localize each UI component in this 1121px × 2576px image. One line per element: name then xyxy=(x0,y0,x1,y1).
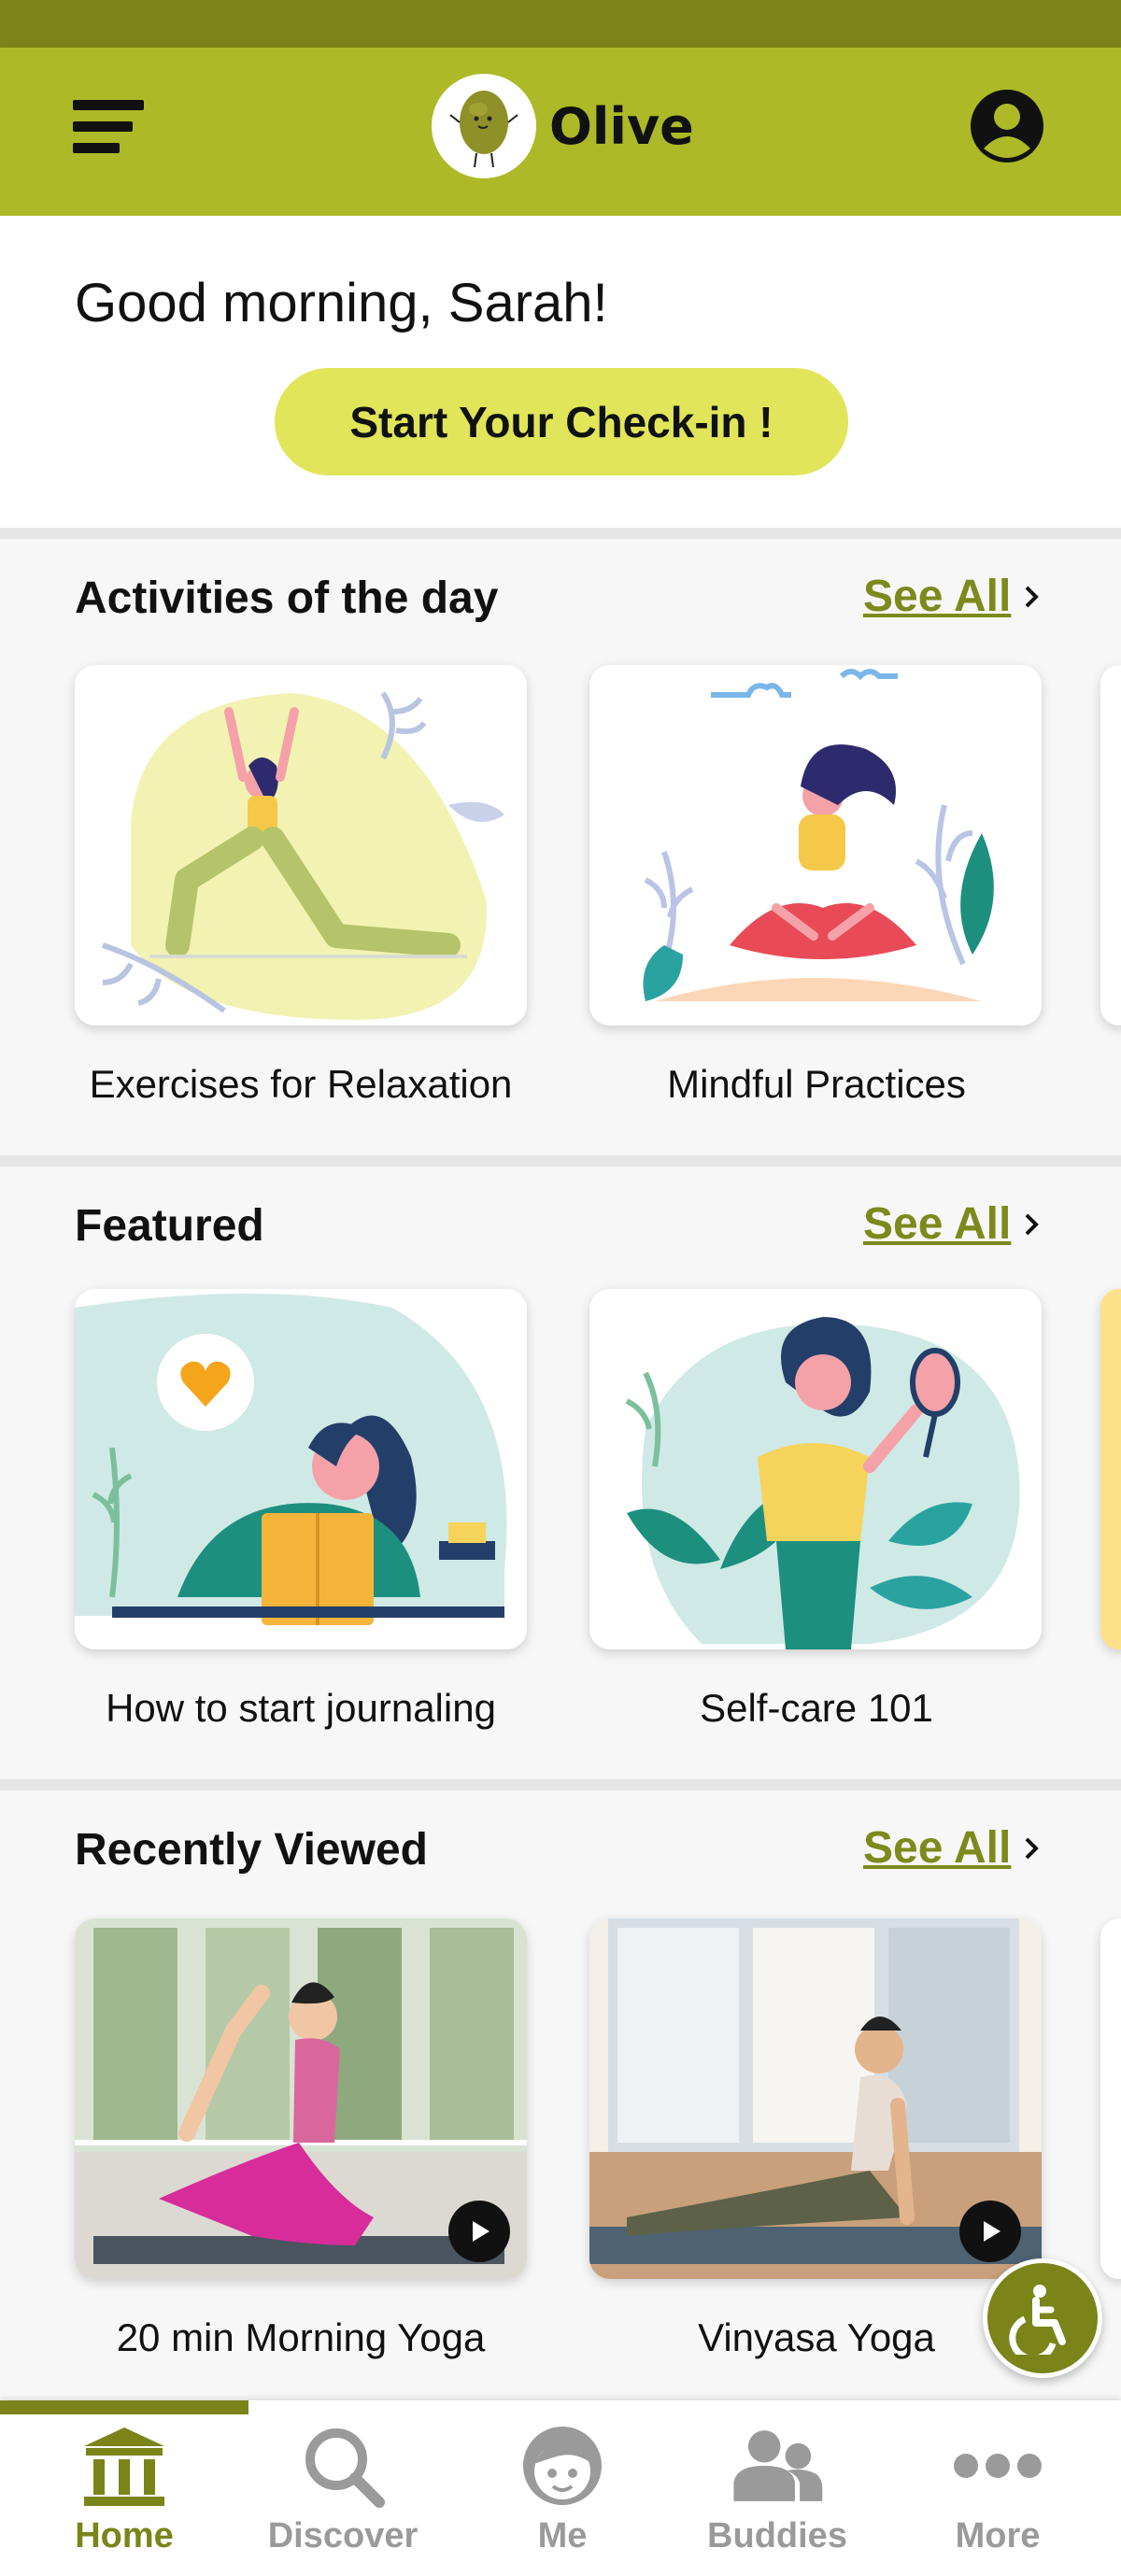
featured-card-selfcare[interactable] xyxy=(589,1289,1042,1649)
olive-mascot-icon xyxy=(432,74,536,178)
featured-card-journaling[interactable] xyxy=(75,1289,527,1649)
menu-line xyxy=(73,100,144,110)
activity-card-relaxation[interactable] xyxy=(75,665,527,1026)
card-peek[interactable] xyxy=(1100,1918,1121,2279)
self-care-illustration xyxy=(589,1289,1042,1649)
chevron-right-icon xyxy=(1025,1837,1040,1859)
card-label: How to start journaling xyxy=(106,1686,496,1730)
status-bar xyxy=(0,0,1121,48)
yoga-lunge-illustration xyxy=(75,665,527,1026)
card-label: Self-care 101 xyxy=(700,1686,933,1730)
tab-label: Buddies xyxy=(707,2516,847,2555)
more-dots-icon xyxy=(951,2419,1044,2512)
wheelchair-icon xyxy=(1009,2285,1066,2355)
meditation-illustration xyxy=(589,665,1042,1026)
chevron-right-icon xyxy=(1025,1213,1040,1235)
menu-button[interactable] xyxy=(71,87,148,165)
card-peek[interactable] xyxy=(1100,665,1121,1026)
journaling-illustration xyxy=(75,1289,527,1649)
card-label: Mindful Practices xyxy=(667,1062,966,1106)
section-divider xyxy=(0,528,1121,539)
see-all-recent-link[interactable]: See All xyxy=(863,1822,1041,1874)
see-all-label: See All xyxy=(863,1199,1012,1249)
video-card-vinyasa-yoga[interactable] xyxy=(589,1918,1042,2279)
activities-section: Activities of the day See All Exercises … xyxy=(0,539,1121,1155)
tab-more[interactable]: More xyxy=(904,2419,1091,2569)
section-divider xyxy=(0,1155,1121,1167)
tab-label: More xyxy=(955,2516,1041,2555)
menu-line xyxy=(73,143,120,153)
bottom-tab-bar: Home Discover Me Buddies More xyxy=(0,2400,1121,2576)
menu-line xyxy=(73,121,133,132)
tab-label: Home xyxy=(75,2516,174,2555)
tab-home[interactable]: Home xyxy=(31,2419,218,2569)
see-all-label: See All xyxy=(863,572,1012,621)
see-all-activities-link[interactable]: See All xyxy=(863,571,1041,622)
featured-section: Featured See All How to start journaling xyxy=(0,1167,1121,1779)
home-icon xyxy=(78,2419,171,2512)
tab-label: Discover xyxy=(267,2516,419,2555)
search-icon xyxy=(296,2419,390,2512)
card-label: 20 min Morning Yoga xyxy=(116,2315,486,2359)
recently-viewed-section: Recently Viewed See All 20 min Morning Y… xyxy=(0,1790,1121,2400)
account-icon[interactable] xyxy=(968,87,1046,165)
app-bar: Olive xyxy=(0,48,1121,216)
activity-card-mindful[interactable] xyxy=(589,665,1042,1026)
tab-me[interactable]: Me xyxy=(469,2419,656,2569)
play-icon[interactable] xyxy=(448,2201,510,2262)
accessibility-button[interactable] xyxy=(983,2258,1102,2378)
see-all-featured-link[interactable]: See All xyxy=(863,1198,1041,1250)
face-icon xyxy=(516,2419,609,2512)
tab-buddies[interactable]: Buddies xyxy=(684,2419,871,2569)
tab-discover[interactable]: Discover xyxy=(249,2419,436,2569)
people-icon xyxy=(731,2419,824,2512)
greeting-text: Good morning, Sarah! xyxy=(75,273,608,333)
card-label: Exercises for Relaxation xyxy=(89,1062,513,1106)
play-icon[interactable] xyxy=(959,2201,1021,2262)
app-logo: Olive xyxy=(432,74,694,178)
greeting-panel: Good morning, Sarah! Start Your Check-in… xyxy=(0,216,1121,528)
app-title: Olive xyxy=(549,96,694,156)
start-checkin-button[interactable]: Start Your Check-in ! xyxy=(275,368,848,475)
active-tab-indicator xyxy=(0,2400,248,2414)
section-title: Activities of the day xyxy=(75,573,499,623)
section-title: Recently Viewed xyxy=(75,1825,428,1875)
section-divider xyxy=(0,1779,1121,1790)
tab-label: Me xyxy=(537,2516,588,2555)
card-peek[interactable] xyxy=(1100,1289,1121,1649)
see-all-label: See All xyxy=(863,1823,1012,1873)
section-title: Featured xyxy=(75,1201,264,1251)
video-card-morning-yoga[interactable] xyxy=(75,1918,527,2279)
chevron-right-icon xyxy=(1025,586,1040,607)
